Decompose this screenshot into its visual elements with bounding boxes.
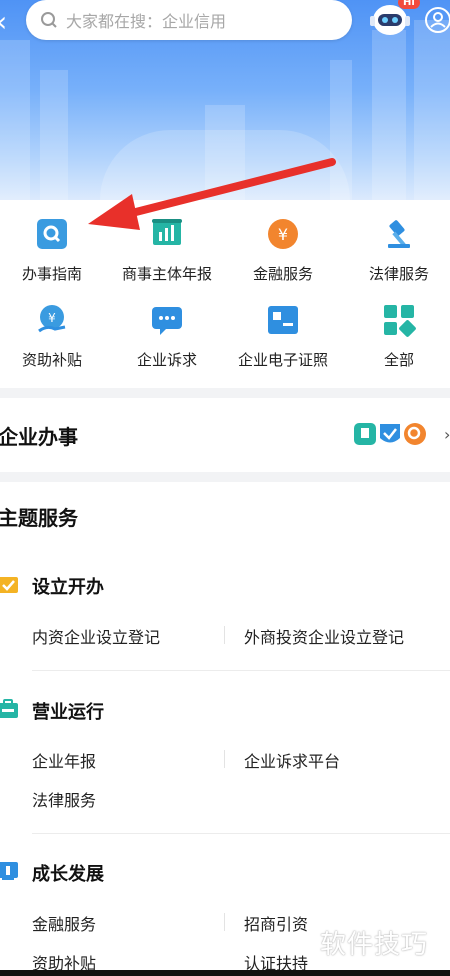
service-label: 商事主体年报	[121, 265, 212, 283]
service-link[interactable]: 招商引资	[244, 911, 308, 935]
category-title: 设立开办	[32, 577, 104, 598]
service-subsidy[interactable]: ¥ 资助补贴	[0, 291, 107, 371]
service-link[interactable]: 外商投资企业设立登记	[244, 624, 404, 648]
category-title: 营业运行	[32, 702, 104, 723]
folder-check-icon	[0, 577, 18, 593]
service-label: 企业电子证照	[237, 351, 328, 369]
service-label: 全部	[383, 351, 414, 369]
enterprise-affairs-title[interactable]: 企业办事	[0, 421, 78, 450]
search-icon	[41, 12, 57, 28]
service-e-license[interactable]: 企业电子证照	[228, 291, 338, 371]
theme-services-title: 主题服务	[0, 506, 78, 530]
search-bar[interactable]: 大家都在搜：企业信用	[26, 0, 352, 40]
service-link[interactable]: 金融服务	[32, 911, 96, 935]
search-guide-icon	[37, 219, 67, 249]
service-all[interactable]: 全部	[344, 291, 450, 371]
service-appeal[interactable]: 企业诉求	[112, 291, 222, 371]
growth-chart-icon	[0, 862, 18, 880]
item-separator	[224, 913, 225, 931]
search-placeholder: 大家都在搜：企业信用	[66, 12, 227, 31]
robot-badge: Hi	[398, 0, 420, 9]
category-title: 成长发展	[32, 864, 104, 885]
item-separator	[224, 626, 225, 644]
user-icon[interactable]	[424, 6, 450, 34]
enterprise-affairs-icons[interactable]	[352, 420, 432, 448]
license-card-icon	[268, 306, 298, 334]
briefcase-icon	[0, 699, 18, 718]
service-legal[interactable]: 法律服务	[344, 205, 450, 285]
category-divider	[32, 833, 450, 834]
subsidy-hand-icon: ¥	[38, 305, 66, 333]
category-divider	[32, 670, 450, 671]
service-label: 资助补贴	[21, 351, 82, 369]
service-label: 办事指南	[21, 265, 82, 283]
back-icon[interactable]: ‹	[0, 6, 20, 38]
bottom-bar	[0, 970, 450, 976]
chevron-right-icon[interactable]: ›	[444, 425, 450, 444]
chat-bubble-icon	[152, 307, 182, 335]
annotation-arrow	[88, 158, 336, 230]
service-link[interactable]: 企业诉求平台	[244, 748, 340, 772]
item-separator	[224, 750, 225, 768]
service-label: 企业诉求	[136, 351, 197, 369]
watermark-text: 软件技巧	[320, 930, 429, 960]
service-link[interactable]: 法律服务	[32, 787, 96, 811]
service-label: 法律服务	[368, 265, 429, 283]
all-grid-icon	[384, 305, 416, 337]
svg-text:¥: ¥	[48, 311, 56, 325]
service-link[interactable]: 内资企业设立登记	[32, 624, 160, 648]
section-divider	[0, 472, 450, 482]
service-link[interactable]: 企业年报	[32, 748, 96, 772]
gavel-icon	[388, 220, 410, 248]
section-divider	[0, 388, 450, 398]
service-label: 金融服务	[252, 265, 313, 283]
